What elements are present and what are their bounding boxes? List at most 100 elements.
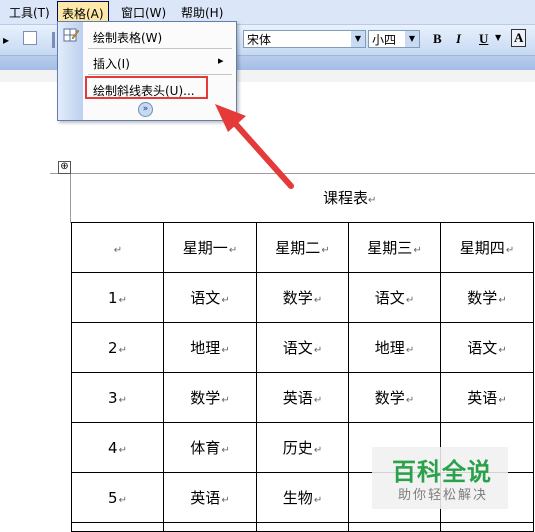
paragraph-mark: ↵ <box>313 445 323 456</box>
cell-text: 数学 <box>467 289 498 307</box>
table-cell[interactable]: 历史↵ <box>256 422 349 473</box>
paragraph-mark: ↵ <box>405 395 415 406</box>
table-cell[interactable]: 语文↵ <box>348 272 441 323</box>
paragraph-mark: ↵ <box>221 445 230 456</box>
table-cell[interactable]: 3↵ <box>71 372 164 423</box>
underline-button[interactable]: U <box>479 31 488 47</box>
paragraph-mark: ↵ <box>113 244 123 256</box>
menu-separator <box>88 48 232 49</box>
cell-text: 语文 <box>467 339 498 357</box>
paragraph-mark: ↵ <box>118 294 127 306</box>
table-cell[interactable]: 生物↵ <box>256 472 349 523</box>
table-cell[interactable]: 4↵ <box>71 422 164 473</box>
font-name-select[interactable]: 宋体 ▼ <box>243 30 366 48</box>
table-cell[interactable]: 语文↵ <box>440 322 534 373</box>
menu-help[interactable]: 帮助(H) <box>181 4 223 21</box>
paragraph-mark: ↵ <box>368 195 377 206</box>
table-header-row: ↵ 星期一↵ 星期二↵ 星期三↵ 星期四↵ <box>71 222 534 273</box>
chevron-down-icon[interactable]: ▼ <box>405 31 419 47</box>
cell-text: 英语 <box>190 489 221 507</box>
watermark-tagline: 助你轻松解决 <box>398 488 489 503</box>
table-cell[interactable]: 英语↵ <box>163 472 257 523</box>
table-cell[interactable]: ↵ <box>71 222 164 273</box>
cell-text: 数学 <box>374 389 405 407</box>
paragraph-mark: ↵ <box>498 395 507 406</box>
table-cell[interactable]: 2↵ <box>71 322 164 373</box>
paragraph-mark: ↵ <box>118 344 127 356</box>
menu-tools[interactable]: 工具(T) <box>9 4 50 21</box>
table-cell[interactable]: 体育↵ <box>163 422 257 473</box>
bold-button[interactable]: B <box>433 31 442 47</box>
paragraph-mark: ↵ <box>498 345 507 356</box>
paragraph-mark: ↵ <box>405 345 415 356</box>
document-title: 课程表↵ <box>323 187 376 208</box>
toolbar-separator <box>52 32 55 48</box>
table-menu-dropdown: 绘制表格(W) 插入(I) ▸ 绘制斜线表头(U)... » <box>57 21 237 121</box>
paste-icon[interactable] <box>23 31 37 45</box>
document-title-text: 课程表 <box>323 189 369 207</box>
table-cell[interactable]: 语文↵ <box>256 322 349 373</box>
table-cell[interactable]: 1↵ <box>71 272 164 323</box>
cell-text: 1 <box>108 288 118 307</box>
cell-text: 星期四 <box>459 239 505 257</box>
table-cell[interactable] <box>348 522 441 532</box>
cell-text: 地理 <box>190 339 221 357</box>
cell-text: 英语 <box>282 389 313 407</box>
page-margin-line <box>50 173 535 174</box>
table-cell[interactable]: 英语↵ <box>440 372 534 423</box>
table-cell[interactable]: 数学↵ <box>440 272 534 323</box>
table-cell[interactable]: 数学↵ <box>256 272 349 323</box>
cell-text: 生物 <box>282 489 313 507</box>
draw-table-icon <box>63 28 79 42</box>
table-row <box>71 522 534 532</box>
table-cell[interactable]: 星期三↵ <box>348 222 441 273</box>
paragraph-mark: ↵ <box>505 245 515 256</box>
table-row: 1↵ 语文↵ 数学↵ 语文↵ 数学↵ <box>71 272 534 323</box>
chevron-down-icon[interactable]: ▼ <box>351 31 365 47</box>
underline-chevron-icon[interactable]: ▼ <box>495 33 501 42</box>
paragraph-mark: ↵ <box>313 495 323 506</box>
submenu-arrow-icon: ▸ <box>218 54 224 67</box>
cell-text: 3 <box>108 388 118 407</box>
italic-button[interactable]: I <box>456 31 461 47</box>
cell-text: 数学 <box>190 389 221 407</box>
font-size-select[interactable]: 小四 ▼ <box>368 30 420 48</box>
font-color-button[interactable]: A <box>511 29 527 47</box>
menu-item-draw-table[interactable]: 绘制表格(W) <box>93 29 162 46</box>
cell-text: 5 <box>108 488 118 507</box>
cell-text: 数学 <box>282 289 313 307</box>
table-cell[interactable]: 数学↵ <box>348 372 441 423</box>
paragraph-mark: ↵ <box>118 494 127 506</box>
paragraph-mark: ↵ <box>313 395 323 406</box>
cell-text: 星期二 <box>275 239 321 257</box>
table-row: 3↵ 数学↵ 英语↵ 数学↵ 英语↵ <box>71 372 534 423</box>
table-cell[interactable] <box>71 522 164 532</box>
table-cell[interactable]: 星期一↵ <box>163 222 257 273</box>
cell-text: 语文 <box>282 339 313 357</box>
table-cell[interactable] <box>163 522 257 532</box>
cell-text: 2 <box>108 338 118 357</box>
cell-text: 星期一 <box>182 239 228 257</box>
menu-window[interactable]: 窗口(W) <box>121 4 166 21</box>
menu-separator <box>88 74 232 75</box>
toolbar-overflow-icon[interactable]: ▸ <box>3 33 9 47</box>
table-cell[interactable]: 5↵ <box>71 472 164 523</box>
table-cell[interactable]: 星期二↵ <box>256 222 349 273</box>
table-cell[interactable]: 地理↵ <box>348 322 441 373</box>
table-cell[interactable]: 地理↵ <box>163 322 257 373</box>
table-cell[interactable] <box>440 522 534 532</box>
expand-menu-icon[interactable]: » <box>138 102 153 117</box>
menu-item-insert[interactable]: 插入(I) <box>93 55 130 72</box>
table-cell[interactable]: 语文↵ <box>163 272 257 323</box>
table-move-handle-icon[interactable]: ⊕ <box>58 161 71 174</box>
table-cell[interactable] <box>256 522 349 532</box>
font-size-value: 小四 <box>372 33 397 47</box>
table-cell[interactable]: 数学↵ <box>163 372 257 423</box>
cell-text: 语文 <box>190 289 221 307</box>
highlight-box <box>85 76 208 99</box>
table-cell[interactable]: 英语↵ <box>256 372 349 423</box>
cell-text: 语文 <box>374 289 405 307</box>
paragraph-mark: ↵ <box>313 295 323 306</box>
table-cell[interactable]: 星期四↵ <box>440 222 534 273</box>
cell-text: 体育 <box>190 439 221 457</box>
